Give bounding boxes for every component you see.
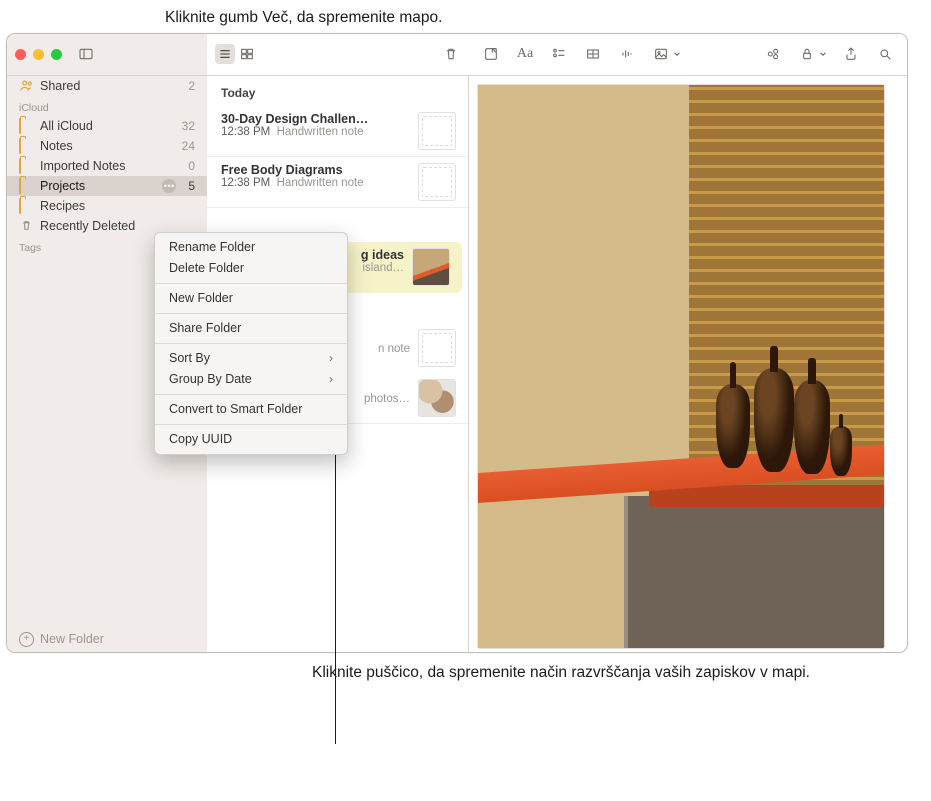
sidebar-toggle-icon[interactable] [76,44,96,64]
sidebar-item-imported[interactable]: Imported Notes 0 [7,156,207,176]
note-thumbnail [418,329,456,367]
gallery-view-icon[interactable] [237,44,257,64]
note-thumbnail [412,248,450,286]
lock-menu[interactable] [797,44,827,64]
folder-icon [19,138,21,154]
sidebar-item-count: 32 [182,119,195,133]
folder-icon [19,118,21,134]
sidebar-item-label: Notes [40,139,176,153]
zoom-window-dot[interactable] [51,49,62,60]
sidebar-toolbar [7,34,207,76]
menu-separator [155,424,347,425]
sidebar-item-label: Projects [40,179,156,193]
menu-sort-by[interactable]: Sort By › [155,348,347,369]
app-window: Aa [6,33,908,653]
trash-icon[interactable] [441,44,461,64]
sidebar-section-icloud: iCloud [7,96,207,116]
people-icon [19,79,34,92]
menu-separator [155,394,347,395]
menu-copy-uuid[interactable]: Copy UUID [155,429,347,450]
callout-leader-bottom [335,434,336,744]
menu-group-by-date[interactable]: Group By Date › [155,369,347,390]
list-toolbar [207,34,469,76]
menu-rename-folder[interactable]: Rename Folder [155,237,347,258]
sidebar-item-label: All iCloud [40,119,176,133]
folder-icon [19,178,21,194]
new-folder-button[interactable]: + New Folder [7,624,207,653]
menu-separator [155,343,347,344]
close-window-dot[interactable] [15,49,26,60]
chevron-right-icon: › [329,351,333,365]
checklist-icon[interactable] [549,44,569,64]
note-thumbnail [418,112,456,150]
note-content [469,76,907,653]
note-subtitle: 12:38 PM Handwritten note [221,177,410,189]
note-image [477,84,885,649]
folder-icon [19,198,21,214]
chevron-right-icon: › [329,372,333,386]
chevron-down-icon [819,50,827,58]
sidebar-item-notes[interactable]: Notes 24 [7,136,207,156]
sidebar-item-recipes[interactable]: Recipes [7,196,207,216]
share-icon[interactable] [841,44,861,64]
lock-icon [797,44,817,64]
note-thumbnail [418,163,456,201]
note-title: 30-Day Design Challen… [221,112,410,126]
media-menu[interactable] [651,44,681,64]
folder-context-menu: Rename Folder Delete Folder New Folder S… [154,232,348,455]
menu-new-folder[interactable]: New Folder [155,288,347,309]
search-icon[interactable] [875,44,895,64]
menu-convert-smart[interactable]: Convert to Smart Folder [155,399,347,420]
chevron-down-icon [673,50,681,58]
menu-share-folder[interactable]: Share Folder [155,318,347,339]
note-thumbnail [418,379,456,417]
sidebar-shared[interactable]: Shared 2 [7,76,207,96]
traffic-lights [15,49,62,60]
plus-circle-icon: + [19,632,34,647]
menu-separator [155,313,347,314]
more-button-icon[interactable]: ••• [162,179,176,193]
note-row[interactable]: Free Body Diagrams 12:38 PM Handwritten … [207,157,468,208]
menu-delete-folder[interactable]: Delete Folder [155,258,347,279]
sidebar-item-count: 0 [188,159,195,173]
trash-icon [19,219,34,232]
note-row[interactable]: 30-Day Design Challen… 12:38 PM Handwrit… [207,106,468,157]
sidebar-shared-count: 2 [188,79,195,93]
minimize-window-dot[interactable] [33,49,44,60]
note-toolbar: Aa [469,34,907,76]
callout-top: Kliknite gumb Več, da spremenite mapo. [165,8,565,29]
note-title: Free Body Diagrams [221,163,410,177]
sidebar-item-projects[interactable]: Projects ••• 5 [7,176,207,196]
menu-separator [155,283,347,284]
media-icon [651,44,671,64]
sidebar-item-label: Imported Notes [40,159,182,173]
sidebar-shared-label: Shared [40,79,182,93]
list-header-today: Today [207,82,468,106]
new-note-icon[interactable] [481,44,501,64]
callout-bottom: Kliknite puščico, da spremenite način ra… [312,663,812,684]
format-text-icon[interactable]: Aa [515,44,535,64]
sidebar-item-count: 24 [182,139,195,153]
link-icon[interactable] [763,44,783,64]
sidebar-item-label: Recipes [40,199,189,213]
note-subtitle: 12:38 PM Handwritten note [221,126,410,138]
table-icon[interactable] [583,44,603,64]
new-folder-label: New Folder [40,632,104,646]
sidebar-item-all-icloud[interactable]: All iCloud 32 [7,116,207,136]
list-view-icon[interactable] [215,44,235,64]
audio-icon[interactable] [617,44,637,64]
sidebar-item-count: 5 [188,179,195,193]
sidebar-item-label: Recently Deleted [40,219,195,233]
folder-icon [19,158,21,174]
